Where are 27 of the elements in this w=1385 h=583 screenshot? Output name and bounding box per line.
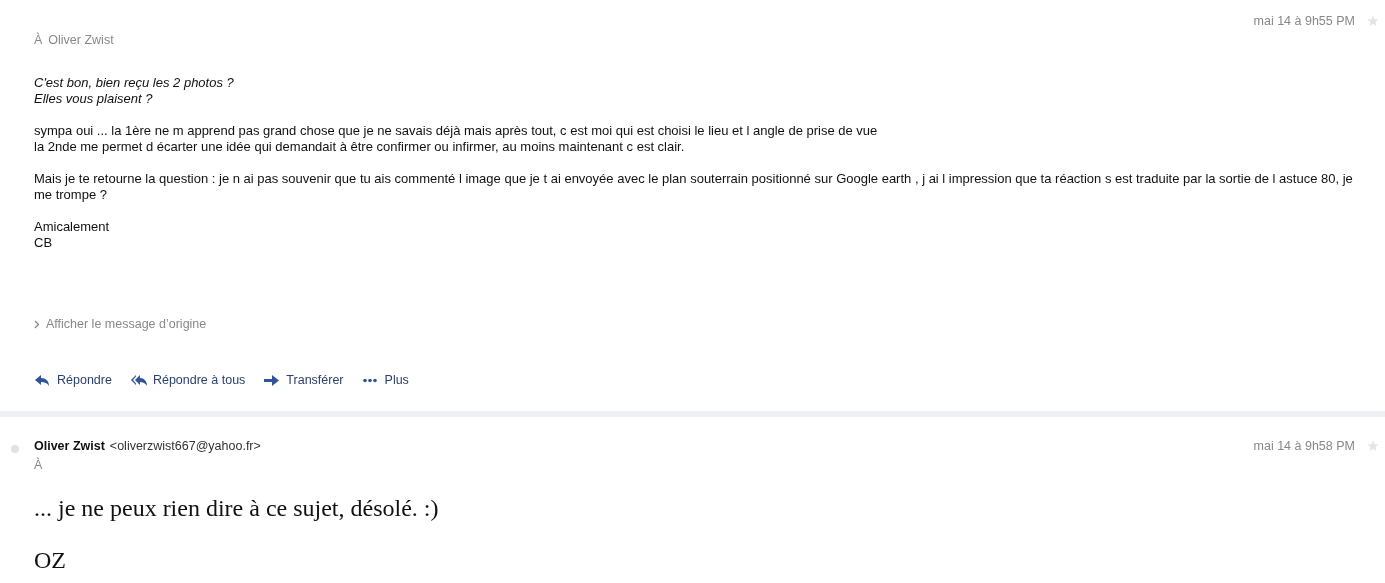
- message-text: C'est bon, bien reçu les 2 photos ?: [34, 75, 235, 91]
- more-button[interactable]: Plus: [361, 373, 409, 387]
- message-text: Mais je te retourne la question : je n ai pas souvenir que tu ais commenté l image que je t ai envoyée avec le plan souterrain positionné sur Google earth , j ai l impression que ta réaction s est traduite par la sortie de l astuce 80, je me trompe ?: [34, 171, 1354, 203]
- message-text: CB: [34, 235, 54, 251]
- forward-arrow-icon: [263, 373, 281, 387]
- message-date: mai 14 à 9h58 PM: [1253, 439, 1355, 453]
- message-date: mai 14 à 9h55 PM: [1253, 14, 1355, 28]
- message-text: sympa oui ... la 1ère ne m apprend pas grand chose que je ne savais déjà mais après tout, c est moi qui est choisi le lieu et l angle de prise de vue: [34, 123, 879, 139]
- reply-button[interactable]: Répondre: [34, 373, 112, 387]
- recipient-name: Oliver Zwist: [48, 33, 114, 47]
- message-text: la 2nde me permet d écarter une idée qui demandait à être confirmer ou infirmer, au moins maintenant c est clair.: [34, 139, 686, 155]
- to-label: À: [34, 458, 43, 472]
- sender-email: <oliverzwist667@yahoo.fr>: [109, 439, 261, 453]
- reply-icon: [34, 373, 51, 387]
- message-text: Elles vous plaisent ?: [34, 91, 154, 107]
- message-text: Amicalement: [34, 219, 111, 235]
- sender-name: Oliver Zwist: [34, 439, 105, 453]
- message-text: ... je ne peux rien dire à ce sujet, désolé. :): [34, 494, 440, 522]
- star-icon[interactable]: [1367, 15, 1379, 27]
- chevron-icon: [34, 319, 40, 329]
- reply-all-icon: [129, 373, 147, 387]
- show-original-link[interactable]: Afficher le message d’origine: [34, 317, 1385, 331]
- star-icon[interactable]: [1367, 440, 1379, 452]
- reply-all-button[interactable]: Répondre à tous: [129, 373, 246, 387]
- forward-button[interactable]: Transférer: [263, 373, 344, 387]
- to-label: À: [34, 33, 43, 47]
- message-text: OZ: [34, 546, 67, 574]
